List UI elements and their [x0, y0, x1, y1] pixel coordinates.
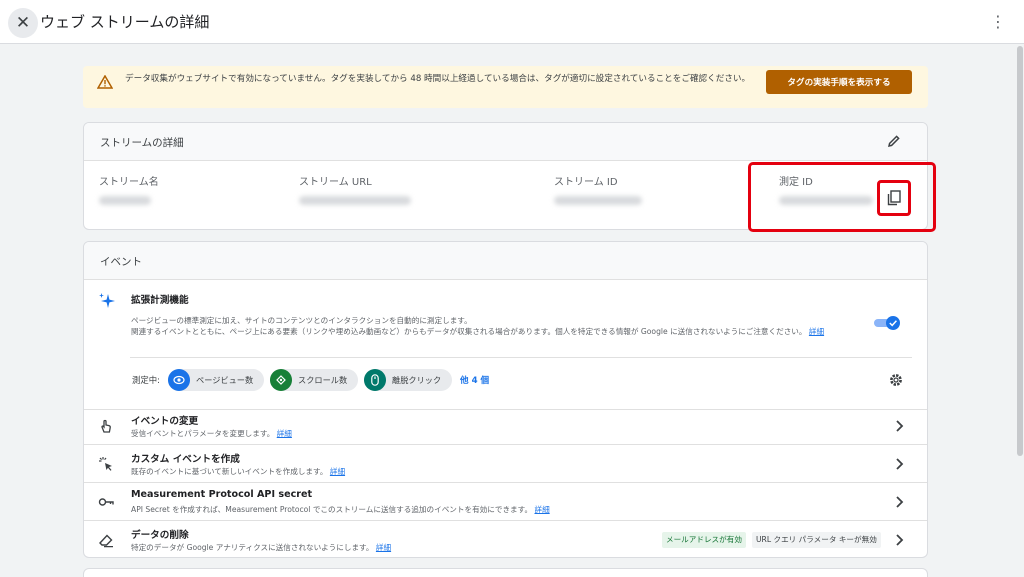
stream-url-label: ストリーム URL [299, 177, 372, 188]
pencil-icon[interactable] [887, 134, 901, 148]
close-button[interactable]: ✕ [8, 8, 38, 38]
row-subtitle: 既存のイベントに基づいて新しいイベントを作成します。 詳細 [131, 466, 345, 477]
touch-icon [101, 419, 111, 433]
stream-id-label: ストリーム ID [554, 177, 618, 188]
key-icon [98, 498, 114, 506]
row-subtitle-text: 特定のデータが Google アナリティクスに送信されないようにします。 [131, 543, 374, 552]
row-subtitle: API Secret を作成すれば、Measurement Protocol で… [131, 504, 550, 515]
eye-icon [168, 369, 190, 391]
data-redaction-row[interactable]: データの削除 特定のデータが Google アナリティクスに送信されないようにし… [84, 521, 927, 557]
row-title: Measurement Protocol API secret [131, 489, 313, 500]
email-enabled-badge: メールアドレスが有効 [662, 532, 746, 548]
stream-name-label: ストリーム名 [99, 177, 159, 188]
stream-name-field: ストリーム名 [99, 173, 159, 205]
warning-icon [97, 75, 113, 89]
measurement-protocol-row[interactable]: Measurement Protocol API secret API Secr… [84, 483, 927, 521]
row-subtitle-text: 受信イベントとパラメータを変更します。 [131, 429, 275, 438]
gear-icon[interactable] [888, 372, 904, 388]
warning-banner: データ収集がウェブサイトで有効になっていません。タグを実装してから 48 時間以… [83, 66, 928, 108]
row-title: カスタム イベントを作成 [131, 454, 240, 465]
modify-events-row[interactable]: イベントの変更 受信イベントとパラメータを変更します。 詳細 [84, 407, 927, 445]
stream-id-field: ストリーム ID [554, 173, 642, 205]
chevron-right-icon [896, 534, 904, 546]
mouse-icon [364, 369, 386, 391]
page-title: ウェブ ストリームの詳細 [40, 13, 210, 31]
row-learn-more-link[interactable]: 詳細 [330, 467, 345, 476]
stream-name-value-redacted [99, 196, 151, 205]
scrollbar-thumb[interactable] [1017, 46, 1023, 456]
enhanced-measurement-title: 拡張計測機能 [131, 295, 189, 306]
measuring-label: 測定中: [132, 375, 160, 385]
enhanced-desc-line2: 関連するイベントとともに、ページ上にある要素（リンクや埋め込み動画など）からもデ… [131, 327, 807, 336]
events-card: イベント 拡張計測機能 ページビューの標準測定に加え、サイトのコンテンツとのイン… [83, 241, 928, 558]
chip-label: スクロール数 [298, 375, 348, 385]
stream-id-value-redacted [554, 196, 642, 205]
warning-text: データ収集がウェブサイトで有効になっていません。タグを実装してから 48 時間以… [125, 74, 751, 84]
row-subtitle-text: API Secret を作成すれば、Measurement Protocol で… [131, 505, 533, 514]
scroll-icon [270, 369, 292, 391]
create-custom-event-row[interactable]: カスタム イベントを作成 既存のイベントに基づいて新しいイベントを作成します。 … [84, 445, 927, 483]
enhanced-learn-more-link[interactable]: 詳細 [809, 327, 824, 336]
events-heading: イベント [84, 242, 927, 280]
enhanced-divider [130, 357, 912, 358]
row-subtitle-text: 既存のイベントに基づいて新しいイベントを作成します。 [131, 467, 328, 476]
copy-icon [887, 190, 901, 206]
row-learn-more-link[interactable]: 詳細 [534, 505, 549, 514]
chip-scrolls[interactable]: スクロール数 [270, 369, 358, 391]
enhanced-measurement-section: 拡張計測機能 ページビューの標準測定に加え、サイトのコンテンツとのインタラクショ… [84, 280, 927, 410]
stream-details-title: ストリームの詳細 [100, 137, 184, 149]
chip-label: ページビュー数 [196, 375, 254, 385]
click-icon [99, 457, 112, 471]
stream-url-value-redacted [299, 196, 411, 205]
enhanced-measurement-description: ページビューの標準測定に加え、サイトのコンテンツとのインタラクションを自動的に測… [131, 315, 871, 337]
chip-outbound-clicks[interactable]: 離脱クリック [364, 369, 452, 391]
next-section-card [83, 568, 928, 577]
copy-measurement-id-button[interactable] [877, 180, 911, 216]
stream-url-field: ストリーム URL [299, 173, 411, 205]
sparkle-icon [99, 293, 115, 308]
enhanced-desc-line1: ページビューの標準測定に加え、サイトのコンテンツとのインタラクションを自動的に測… [131, 316, 472, 325]
more-vert-icon[interactable]: ⋮ [990, 12, 1006, 32]
chevron-right-icon [896, 496, 904, 508]
row-learn-more-link[interactable]: 詳細 [376, 543, 391, 552]
close-icon: ✕ [15, 13, 31, 33]
chip-label: 離脱クリック [392, 375, 442, 385]
show-tag-instructions-button[interactable]: タグの実装手順を表示する [766, 70, 912, 94]
chevron-right-icon [896, 420, 904, 432]
chip-page-views[interactable]: ページビュー数 [168, 369, 264, 391]
url-query-disabled-badge: URL クエリ パラメータ キーが無効 [752, 532, 881, 548]
row-subtitle: 特定のデータが Google アナリティクスに送信されないようにします。 詳細 [131, 542, 391, 553]
stream-details-heading: ストリームの詳細 [84, 123, 927, 161]
events-title: イベント [100, 256, 142, 268]
chevron-right-icon [896, 458, 904, 470]
row-title: イベントの変更 [131, 416, 199, 427]
top-app-bar: ✕ ウェブ ストリームの詳細 ⋮ [0, 0, 1024, 44]
row-learn-more-link[interactable]: 詳細 [277, 429, 292, 438]
eraser-icon [99, 534, 113, 548]
row-title: データの削除 [131, 530, 189, 541]
more-events-link[interactable]: 他 4 個 [460, 374, 489, 386]
row-subtitle: 受信イベントとパラメータを変更します。 詳細 [131, 428, 292, 439]
enhanced-measurement-toggle[interactable] [874, 316, 900, 330]
